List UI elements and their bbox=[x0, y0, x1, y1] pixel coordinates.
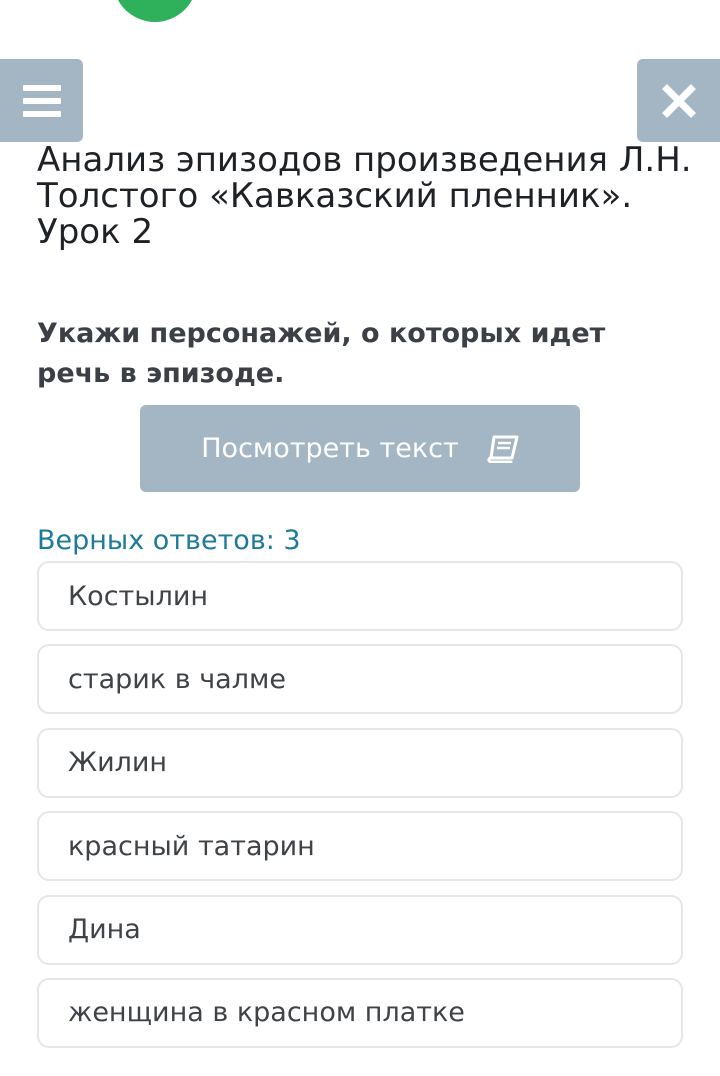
correct-answers-count: Верных ответов: 3 bbox=[37, 525, 301, 556]
view-text-label: Посмотреть текст bbox=[201, 433, 459, 464]
book-icon bbox=[487, 435, 519, 463]
answer-option[interactable]: женщина в красном платке bbox=[37, 977, 683, 1048]
top-status-circle bbox=[113, 0, 197, 22]
page-title: Анализ эпизодов произведения Л.Н. Толсто… bbox=[37, 140, 692, 252]
close-x-icon bbox=[661, 83, 696, 118]
answer-option[interactable]: красный татарин bbox=[37, 811, 683, 882]
hamburger-menu-icon bbox=[22, 84, 61, 117]
answer-option[interactable]: старик в чалме bbox=[37, 644, 683, 715]
answer-option[interactable]: Жилин bbox=[37, 727, 683, 798]
view-text-button[interactable]: Посмотреть текст bbox=[140, 405, 580, 492]
answer-option[interactable]: Дина bbox=[37, 894, 683, 965]
close-button[interactable] bbox=[637, 59, 720, 142]
answer-options-list: Костылин старик в чалме Жилин красный та… bbox=[37, 561, 683, 1061]
answer-option[interactable]: Костылин bbox=[37, 561, 683, 631]
menu-button[interactable] bbox=[0, 59, 83, 142]
question-text: Укажи персонажей, о которых идет речь в … bbox=[37, 318, 606, 389]
